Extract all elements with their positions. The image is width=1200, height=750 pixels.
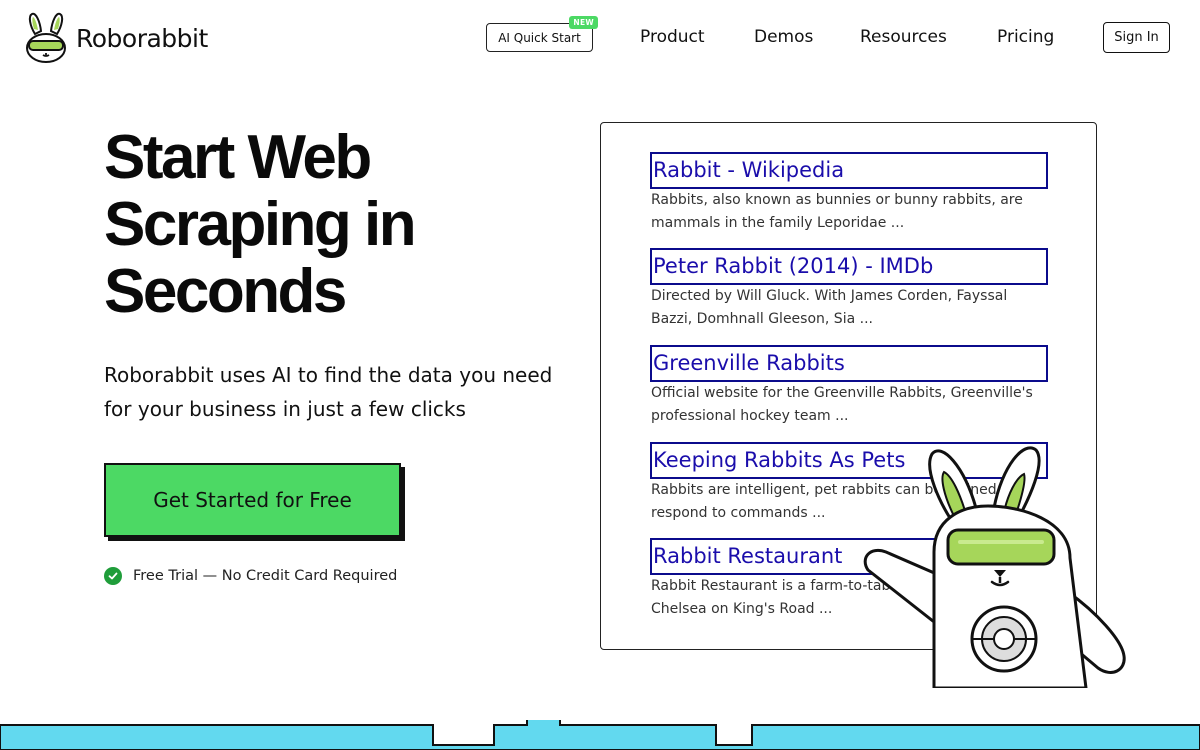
ai-quick-start-button[interactable]: AI Quick Start NEW (486, 16, 598, 52)
decorative-skyline-band (0, 720, 1200, 750)
hero-title-line: Scraping in (104, 190, 417, 259)
search-result: Greenville Rabbits Official website for … (650, 345, 1048, 428)
sign-in-button[interactable]: Sign In (1103, 22, 1170, 53)
brand-name: Roborabbit (76, 23, 208, 53)
ai-quick-start-label: AI Quick Start (498, 30, 581, 45)
result-title-link[interactable]: Rabbit - Wikipedia (650, 152, 1048, 189)
rabbit-logo-icon (26, 12, 66, 63)
nav-link-product[interactable]: Product (640, 27, 705, 47)
result-description-line: mammals in the family Leporidae ... (651, 215, 905, 231)
free-trial-note: Free Trial — No Credit Card Required (104, 567, 397, 585)
get-started-button[interactable]: Get Started for Free (104, 463, 401, 537)
result-description-line: professional hockey team ... (651, 408, 849, 424)
result-description: Rabbits, also known as bunnies or bunny … (650, 189, 1048, 235)
check-circle-icon (104, 567, 122, 585)
hero-title-line: Seconds (104, 257, 347, 326)
result-title-link[interactable]: Peter Rabbit (2014) - IMDb (650, 248, 1048, 285)
nav-link-pricing[interactable]: Pricing (997, 27, 1054, 47)
result-description: Official website for the Greenville Rabb… (650, 382, 1048, 428)
top-nav: Roborabbit AI Quick Start NEW Product De… (0, 0, 1200, 76)
hero-subtitle: Roborabbit uses AI to find the data you … (104, 363, 553, 421)
result-description-line: Bazzi, Domhnall Gleeson, Sia ... (651, 311, 873, 327)
brand-logo[interactable]: Roborabbit (22, 12, 208, 64)
hero-title: Start Web Scraping in Seconds (104, 124, 564, 325)
free-trial-text: Free Trial — No Credit Card Required (133, 568, 398, 584)
search-result: Peter Rabbit (2014) - IMDb Directed by W… (650, 248, 1048, 331)
result-description-line: Official website for the Greenville Rabb… (651, 385, 1033, 401)
nav-link-resources[interactable]: Resources (860, 27, 947, 47)
search-result: Rabbit - Wikipedia Rabbits, also known a… (650, 152, 1048, 235)
result-description-line: Rabbits, also known as bunnies or bunny … (651, 192, 1023, 208)
result-description-line: Directed by Will Gluck. With James Corde… (651, 288, 1008, 304)
new-badge: NEW (569, 16, 598, 29)
result-description: Directed by Will Gluck. With James Corde… (650, 285, 1048, 331)
result-title-link[interactable]: Greenville Rabbits (650, 345, 1048, 382)
rabbit-mascot-illustration (863, 446, 1126, 688)
nav-link-demos[interactable]: Demos (754, 27, 813, 47)
hero-title-line: Start Web (104, 123, 372, 192)
